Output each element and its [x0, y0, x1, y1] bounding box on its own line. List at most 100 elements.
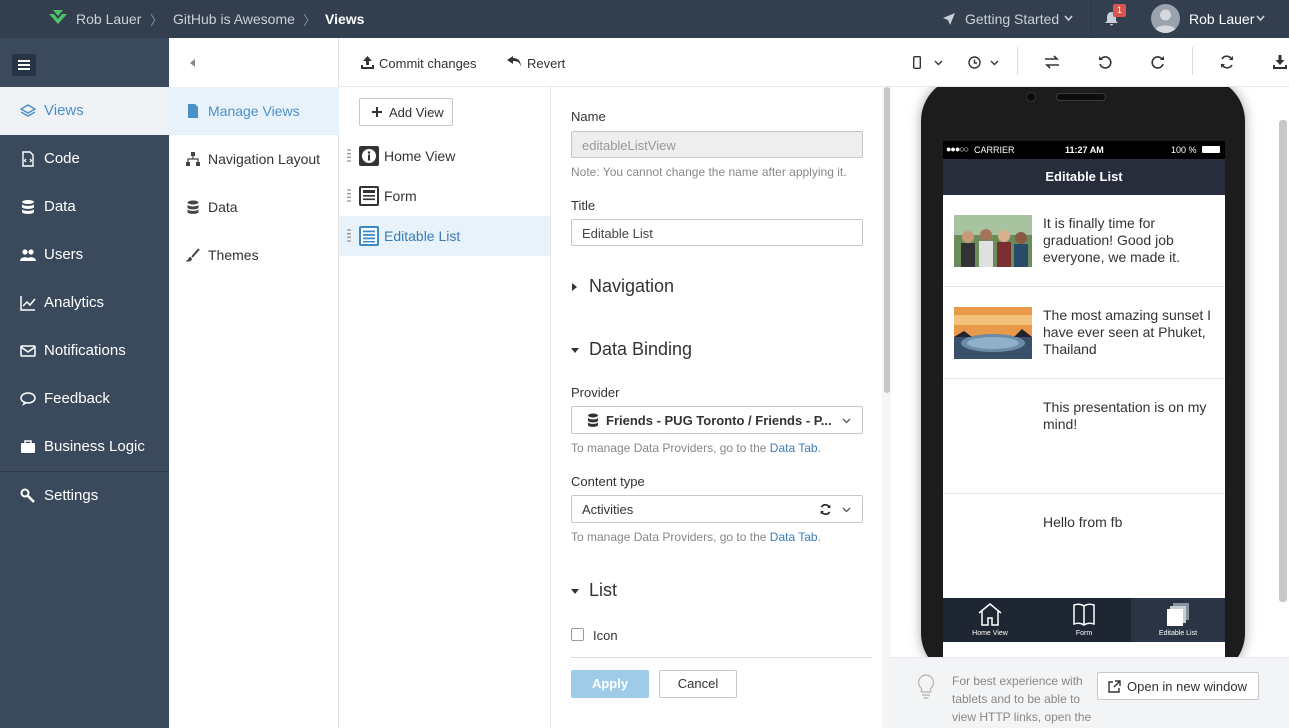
list-item[interactable]: This presentation is on my mind! [943, 379, 1225, 494]
swap-icon[interactable] [1044, 54, 1060, 70]
add-view-label: Add View [389, 105, 444, 120]
sidebar-item-feedback[interactable]: Feedback [0, 375, 169, 423]
view-item-label: Form [384, 188, 417, 204]
code-file-icon [22, 151, 34, 167]
subnav-item-label: Manage Views [208, 103, 300, 119]
phone-speaker [1056, 93, 1106, 101]
data-binding-section-toggle[interactable]: Data Binding [571, 339, 861, 363]
notification-badge: 1 [1113, 4, 1126, 17]
content-type-value: Activities [582, 502, 634, 517]
navigation-section-toggle[interactable]: Navigation [571, 276, 861, 300]
icon-checkbox-row[interactable]: Icon [571, 627, 691, 645]
caret-right-icon [572, 283, 577, 291]
data-tab-link[interactable]: Data Tab [770, 441, 818, 455]
title-field[interactable]: Editable List [571, 219, 863, 246]
icon-checkbox[interactable] [571, 628, 584, 641]
open-new-window-button[interactable]: Open in new window [1097, 672, 1259, 700]
cancel-button[interactable]: Cancel [659, 670, 737, 698]
subnav-item-data[interactable]: Data [169, 183, 339, 231]
history-select[interactable] [967, 38, 1003, 87]
menu-toggle-button[interactable] [12, 54, 36, 76]
top-divider [1091, 0, 1092, 38]
chevron-down-icon [934, 60, 943, 66]
chevron-down-icon [990, 60, 999, 66]
subnav-item-manage-views[interactable]: Manage Views [169, 87, 339, 135]
apply-button[interactable]: Apply [571, 670, 649, 698]
list-item-text: The most amazing sunset I have ever seen… [1043, 307, 1212, 357]
view-item-editable-list[interactable]: Editable List [339, 216, 550, 256]
photo-thumbnail [954, 215, 1032, 267]
form-divider [571, 657, 872, 658]
phone-screen: ●●●○○ CARRIER 11:27 AM 100 % Editable Li… [943, 141, 1225, 657]
list-item[interactable]: The most amazing sunset I have ever seen… [943, 287, 1225, 379]
apply-label: Apply [591, 676, 629, 691]
sidebar-item-views[interactable]: Views [0, 87, 169, 135]
provider-note: To manage Data Providers, go to the Data… [571, 441, 821, 455]
sidebar-item-code[interactable]: Code [0, 135, 169, 183]
app-tab-editable-list[interactable]: Editable List [1131, 598, 1225, 642]
app-tab-home-view[interactable]: Home View [943, 598, 1037, 642]
drag-handle-icon[interactable] [347, 149, 351, 162]
scrollbar-thumb[interactable] [884, 87, 890, 393]
preview-tip: For best experience with tablets and to … [891, 657, 1289, 728]
preview-scrollbar[interactable] [1279, 120, 1287, 602]
clock-label: 11:27 AM [1065, 145, 1104, 155]
caret-down-icon [571, 348, 579, 353]
list-item-text: It is finally time for graduation! Good … [1043, 215, 1180, 265]
view-item-label: Editable List [384, 228, 461, 244]
subnav-item-label: Themes [208, 247, 259, 263]
sidebar-item-settings[interactable]: Settings [0, 472, 169, 520]
rotate-right-icon[interactable] [1150, 54, 1166, 70]
revert-button[interactable]: Revert [507, 38, 571, 87]
add-view-button[interactable]: Add View [359, 98, 453, 126]
view-item-form[interactable]: Form [339, 176, 550, 216]
provider-select[interactable]: Friends - PUG Toronto / Friends - P... [571, 406, 863, 434]
list-item[interactable]: Hello from fb [943, 494, 1225, 598]
drag-handle-icon[interactable] [347, 229, 351, 242]
sidebar-item-data[interactable]: Data [0, 183, 169, 231]
main-sidebar: Views Code Data Users Analytics Notifica… [0, 38, 169, 728]
refresh-icon[interactable] [1219, 54, 1235, 70]
breadcrumb-separator: 〉 [150, 13, 164, 28]
subnav-item-navigation-layout[interactable]: Navigation Layout [169, 135, 339, 183]
data-tab-link[interactable]: Data Tab [770, 530, 818, 544]
breadcrumb-project[interactable]: GitHub is Awesome [173, 11, 295, 27]
sidebar-item-label: Code [44, 150, 80, 167]
sidebar-item-notifications[interactable]: Notifications [0, 327, 169, 375]
name-field[interactable]: editableListView [571, 131, 863, 158]
user-menu[interactable]: Rob Lauer [1142, 0, 1272, 38]
sidebar-item-label: Feedback [44, 390, 110, 407]
getting-started-menu[interactable]: Getting Started [942, 0, 1076, 38]
envelope-icon [20, 345, 36, 357]
refresh-icon[interactable] [819, 503, 832, 516]
rotate-left-icon[interactable] [1097, 54, 1113, 70]
sidebar-item-label: Users [44, 246, 84, 263]
device-preview: ●●●○○ CARRIER 11:27 AM 100 % Editable Li… [891, 87, 1289, 657]
sidebar-item-analytics[interactable]: Analytics [0, 279, 169, 327]
commit-changes-button[interactable]: Commit changes [359, 38, 479, 87]
home-icon [978, 603, 1002, 626]
subnav-item-themes[interactable]: Themes [169, 231, 339, 279]
sidebar-item-users[interactable]: Users [0, 231, 169, 279]
chevron-down-icon [1064, 15, 1073, 22]
provider-note-text: To manage Data Providers, go to the [571, 441, 767, 455]
view-item-home-view[interactable]: Home View [339, 136, 550, 176]
editor-toolbar: Commit changes Revert [339, 38, 1289, 87]
content-type-select[interactable]: Activities [571, 495, 863, 523]
list-section-toggle[interactable]: List [571, 580, 861, 604]
device-select[interactable] [911, 38, 947, 87]
app-tab-form[interactable]: Form [1037, 598, 1131, 642]
app-tab-bar: Home View Form Editable List [943, 598, 1225, 642]
breadcrumb-user[interactable]: Rob Lauer [76, 11, 141, 27]
drag-handle-icon[interactable] [347, 189, 351, 202]
download-icon[interactable] [1272, 54, 1288, 70]
collapse-left-icon[interactable] [190, 59, 196, 67]
sidebar-item-label: Data [44, 198, 76, 215]
content-type-note-text: To manage Data Providers, go to the [571, 530, 767, 544]
content-type-note: To manage Data Providers, go to the Data… [571, 530, 821, 544]
notifications-button[interactable]: 1 [1100, 0, 1130, 38]
properties-scrollbar[interactable] [882, 87, 891, 728]
list-item[interactable]: It is finally time for graduation! Good … [943, 195, 1225, 287]
upload-icon [361, 56, 374, 69]
sidebar-item-business-logic[interactable]: Business Logic [0, 423, 169, 471]
